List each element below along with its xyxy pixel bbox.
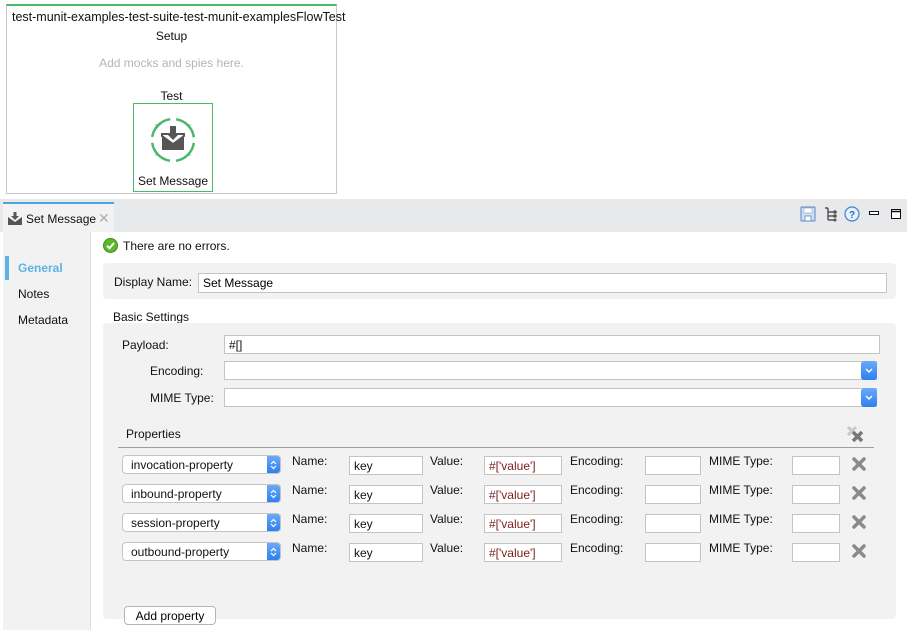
property-name-input[interactable] [349, 456, 423, 475]
up-down-chevron-icon[interactable] [267, 514, 280, 531]
property-name-input[interactable] [349, 514, 423, 533]
property-encoding-input[interactable] [645, 456, 701, 475]
display-name-panel: Display Name: [103, 263, 896, 299]
view-tab-bar: Set Message ✕ ? [0, 199, 907, 233]
remove-property-icon[interactable] [851, 485, 867, 501]
flow-container: test-munit-examples-test-suite-test-muni… [6, 4, 346, 194]
test-section-label: Test [160, 89, 183, 103]
property-value-label: Value: [430, 454, 464, 468]
envelope-download-icon [150, 117, 196, 163]
property-mime-label: MIME Type: [709, 454, 773, 468]
minimize-icon[interactable] [865, 205, 883, 223]
maximize-icon[interactable] [887, 205, 905, 223]
tab-set-message[interactable]: Set Message ✕ [3, 202, 114, 233]
setup-section-label: Setup [155, 29, 188, 43]
properties-view: Set Message ✕ ? General Notes Metadata T… [0, 199, 907, 630]
payload-label: Payload: [122, 338, 169, 352]
property-mime-input[interactable] [792, 514, 840, 533]
status-message: There are no errors. [123, 239, 230, 253]
property-encoding-label: Encoding: [570, 483, 624, 497]
side-nav: General Notes Metadata [3, 232, 91, 630]
property-mime-input[interactable] [792, 456, 840, 475]
property-scope-select[interactable]: outbound-property [122, 542, 281, 561]
property-name-label: Name: [292, 541, 328, 555]
property-name-input[interactable] [349, 543, 423, 562]
basic-settings-panel: Payload: Encoding: MIME Type: Properties… [103, 323, 896, 625]
property-row: session-property Name: Value: Encoding: … [103, 511, 896, 535]
property-value-label: Value: [430, 483, 464, 497]
up-down-chevron-icon[interactable] [267, 456, 280, 473]
chevron-down-icon[interactable] [861, 388, 877, 407]
svg-text:?: ? [849, 210, 855, 221]
property-mime-input[interactable] [792, 543, 840, 562]
property-encoding-label: Encoding: [570, 541, 624, 555]
mime-type-label: MIME Type: [150, 391, 214, 405]
basic-settings-heading: Basic Settings [113, 310, 190, 324]
property-encoding-label: Encoding: [570, 512, 624, 526]
property-encoding-label: Encoding: [570, 454, 624, 468]
properties-divider [118, 447, 874, 448]
close-icon[interactable]: ✕ [98, 210, 110, 227]
property-name-label: Name: [292, 512, 328, 526]
remove-property-icon[interactable] [851, 514, 867, 530]
property-scope-value: invocation-property [131, 458, 234, 472]
encoding-label: Encoding: [150, 364, 204, 378]
check-circle-icon [103, 238, 118, 253]
nav-item-general[interactable]: General [18, 261, 63, 275]
add-property-button[interactable]: Add property [124, 606, 216, 625]
property-scope-value: session-property [131, 516, 220, 530]
encoding-combo[interactable] [224, 361, 877, 380]
property-scope-value: outbound-property [131, 545, 230, 559]
property-value-label: Value: [430, 512, 464, 526]
property-encoding-input[interactable] [645, 543, 701, 562]
setup-drop-hint[interactable]: Add mocks and spies here. [7, 56, 336, 70]
property-name-input[interactable] [349, 485, 423, 504]
property-value-input[interactable] [484, 456, 562, 475]
property-row: inbound-property Name: Value: Encoding: … [103, 482, 896, 506]
up-down-chevron-icon[interactable] [267, 543, 280, 560]
nav-item-metadata[interactable]: Metadata [18, 313, 68, 327]
property-name-label: Name: [292, 483, 328, 497]
property-encoding-input[interactable] [645, 514, 701, 533]
flow-title: test-munit-examples-test-suite-test-muni… [12, 10, 346, 24]
property-mime-label: MIME Type: [709, 483, 773, 497]
property-value-input[interactable] [484, 485, 562, 504]
property-value-input[interactable] [484, 543, 562, 562]
save-icon[interactable] [799, 205, 817, 223]
property-encoding-input[interactable] [645, 485, 701, 504]
properties-heading: Properties [126, 427, 181, 441]
display-name-label: Display Name: [114, 275, 193, 289]
tab-label: Set Message [26, 212, 97, 226]
remove-all-icon[interactable] [846, 425, 864, 443]
property-scope-select[interactable]: invocation-property [122, 455, 281, 474]
view-body: General Notes Metadata There are no erro… [0, 232, 907, 630]
property-mime-label: MIME Type: [709, 512, 773, 526]
component-label: Set Message [137, 174, 209, 188]
nav-item-notes[interactable]: Notes [18, 287, 49, 301]
property-scope-select[interactable]: session-property [122, 513, 281, 532]
property-scope-select[interactable]: inbound-property [122, 484, 281, 503]
envelope-icon [8, 212, 22, 225]
chevron-down-icon[interactable] [861, 361, 877, 380]
mime-type-combo[interactable] [224, 388, 877, 407]
property-row: invocation-property Name: Value: Encodin… [103, 453, 896, 477]
help-icon[interactable]: ? [843, 205, 861, 223]
nav-selected-indicator [5, 256, 9, 280]
property-row: outbound-property Name: Value: Encoding:… [103, 540, 896, 564]
payload-input[interactable] [224, 335, 880, 354]
property-value-input[interactable] [484, 514, 562, 533]
property-value-label: Value: [430, 541, 464, 555]
property-scope-value: inbound-property [131, 487, 222, 501]
property-mime-input[interactable] [792, 485, 840, 504]
remove-property-icon[interactable] [851, 543, 867, 559]
set-message-component[interactable]: Set Message [133, 103, 213, 192]
display-name-input[interactable] [198, 273, 887, 293]
tree-icon[interactable] [822, 205, 840, 223]
up-down-chevron-icon[interactable] [267, 485, 280, 502]
remove-property-icon[interactable] [851, 456, 867, 472]
property-mime-label: MIME Type: [709, 541, 773, 555]
property-name-label: Name: [292, 454, 328, 468]
